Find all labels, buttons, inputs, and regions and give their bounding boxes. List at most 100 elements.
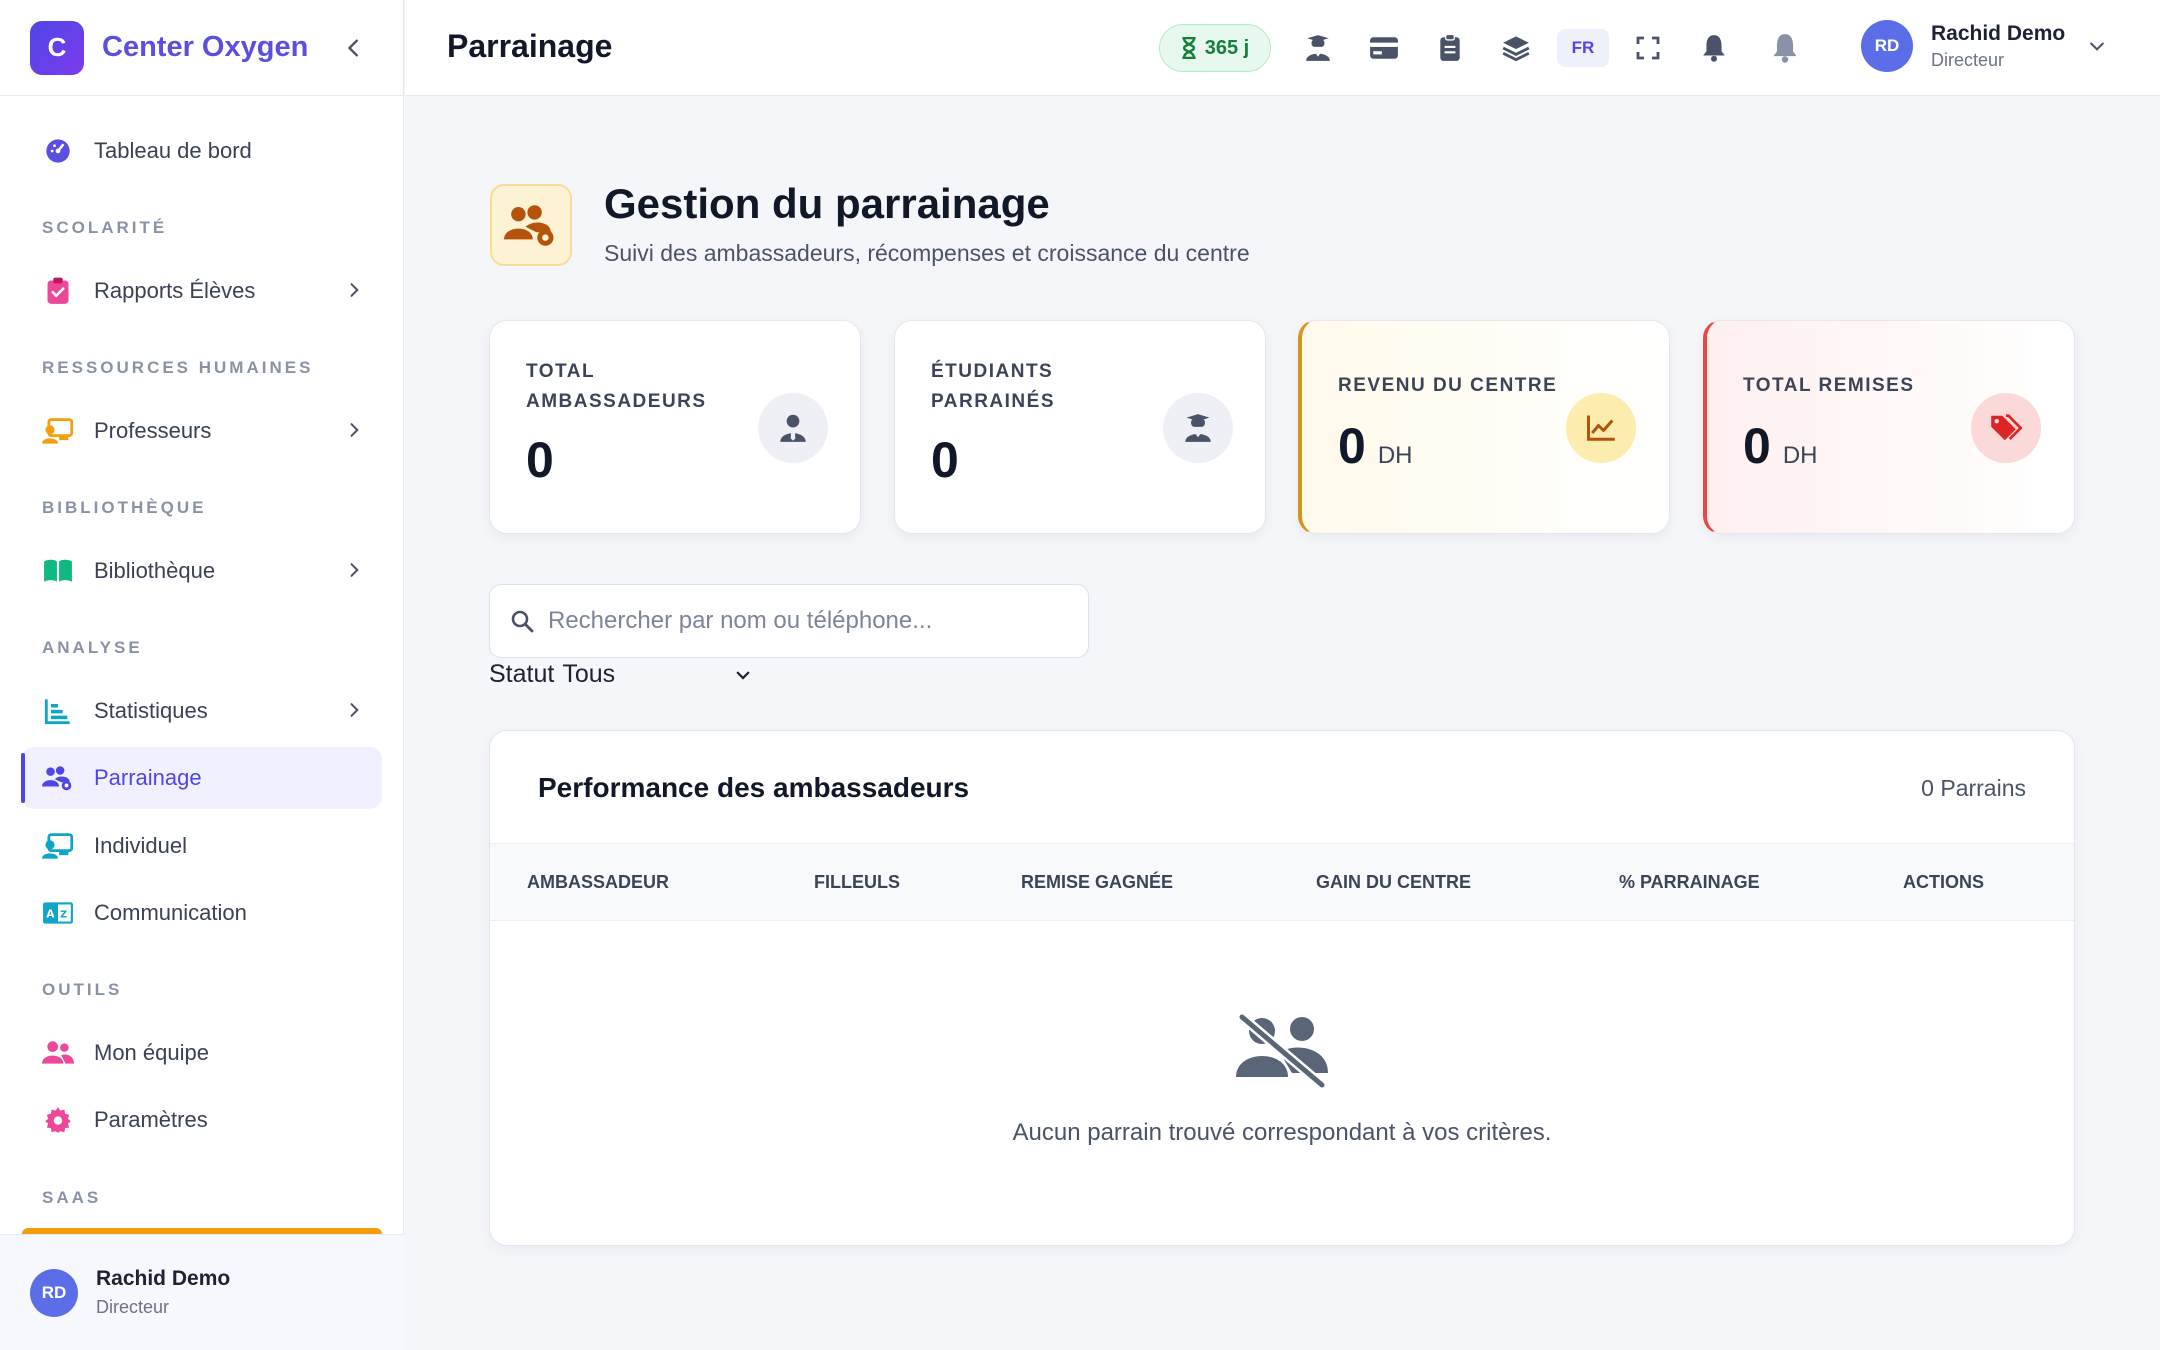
stat-unit: DH <box>1782 442 1818 469</box>
bar-chart-icon <box>42 695 74 727</box>
sidebar-item-rapports[interactable]: Rapports Élèves <box>22 260 382 322</box>
teacher-icon <box>42 415 74 447</box>
sidebar-item-label: Bibliothèque <box>94 558 216 583</box>
stat-icon <box>1971 393 2041 463</box>
sidebar-user-card[interactable]: RD Rachid Demo Directeur <box>0 1234 404 1350</box>
header-icon-box <box>490 184 572 266</box>
users-slash-icon <box>1236 1012 1330 1094</box>
graduate-button[interactable] <box>1298 28 1338 68</box>
stat-card-remises: TOTAL REMISES 0 DH <box>1703 320 2075 534</box>
column-header-filleuls[interactable]: FILLEULS <box>814 872 900 893</box>
stat-label: ÉTUDIANTS PARRAINÉS <box>931 361 1055 412</box>
language-switch[interactable]: FR <box>1557 29 1609 67</box>
user-graduate-icon <box>1185 414 1211 442</box>
users-cog-icon <box>42 762 74 794</box>
sidebar-item-parametres[interactable]: Paramètres <box>22 1089 382 1151</box>
table-header: AMBASSADEUR FILLEULS REMISE GAGNÉE GAIN … <box>490 844 2074 921</box>
ambassadors-table-panel: Performance des ambassadeurs 0 Parrains … <box>489 730 2075 1246</box>
chart-line-icon <box>1587 415 1615 441</box>
sidebar-item-communication[interactable]: AZ Communication <box>22 882 382 944</box>
clipboard-list-icon <box>1440 34 1460 61</box>
section-title-rh: RESSOURCES HUMAINES <box>42 358 314 377</box>
stat-card-etudiants: ÉTUDIANTS PARRAINÉS 0 <box>894 320 1266 534</box>
trial-badge[interactable]: 365 j <box>1159 24 1271 72</box>
sidebar-item-label: Tableau de bord <box>94 138 252 163</box>
column-header-actions: ACTIONS <box>1903 872 1984 892</box>
stat-label: TOTAL REMISES <box>1743 375 1915 396</box>
column-header-gain[interactable]: GAIN DU CENTRE <box>1316 872 1471 893</box>
gear-icon <box>42 1104 74 1136</box>
brand-name[interactable]: Center Oxygen <box>102 31 308 64</box>
logo[interactable]: C <box>30 20 84 75</box>
sidebar-item-label: Mon équipe <box>94 1040 209 1065</box>
chevron-right-icon <box>350 283 359 297</box>
collapse-sidebar-button[interactable] <box>336 30 372 66</box>
book-open-icon <box>42 555 74 587</box>
chevron-right-icon <box>350 423 359 437</box>
sidebar-item-dashboard[interactable]: Tableau de bord <box>22 120 382 182</box>
stat-value: 0 DH <box>1743 418 1818 474</box>
sidebar-item-label: Individuel <box>94 833 187 858</box>
expand-icon <box>1636 36 1660 60</box>
stat-icon <box>758 393 828 463</box>
stat-label: TOTAL AMBASSADEURS <box>526 361 707 412</box>
avatar: RD <box>1861 20 1913 72</box>
user-tie-icon <box>780 414 806 442</box>
screen-user-icon <box>42 830 74 862</box>
user-role: Directeur <box>1931 49 2005 70</box>
section-title-analyse: ANALYSE <box>42 638 143 657</box>
tags-icon <box>1991 414 2022 441</box>
column-header-ambassadeur[interactable]: AMBASSADEUR <box>527 872 669 893</box>
svg-text:A: A <box>46 907 55 920</box>
sidebar-item-label: Communication <box>94 900 247 925</box>
sidebar-item-label: Statistiques <box>94 698 208 723</box>
hourglass-icon <box>1182 37 1196 59</box>
page-title: Parrainage <box>447 28 613 64</box>
sidebar-item-statistiques[interactable]: Statistiques <box>22 680 382 742</box>
empty-state-message: Aucun parrain trouvé correspondant à vos… <box>1012 1119 1552 1146</box>
panel-title: Performance des ambassadeurs <box>538 772 970 803</box>
stat-card-ambassadeurs: TOTAL AMBASSADEURS 0 <box>489 320 861 534</box>
status-filter-label: Statut <box>489 660 555 688</box>
payments-button[interactable] <box>1364 28 1404 68</box>
credit-card-icon <box>1370 37 1398 59</box>
sidebar-item-professeurs[interactable]: Professeurs <box>22 400 382 462</box>
status-select-value: Tous <box>562 660 616 688</box>
stat-label: REVENU DU CENTRE <box>1338 375 1558 396</box>
user-name: Rachid Demo <box>96 1267 231 1290</box>
section-title-bibliotheque: BIBLIOTHÈQUE <box>42 498 207 517</box>
stat-unit: DH <box>1377 442 1413 469</box>
column-header-remise[interactable]: REMISE GAGNÉE <box>1021 872 1173 893</box>
sidebar-item-label: Paramètres <box>94 1107 208 1132</box>
sidebar-item-label: Rapports Élèves <box>94 278 256 303</box>
user-menu[interactable]: RD Rachid Demo Directeur <box>1861 20 2107 72</box>
avatar: RD <box>30 1268 78 1317</box>
chevron-left-icon <box>348 39 358 57</box>
sidebar-item-label: Parrainage <box>94 765 202 790</box>
section-subtitle: Suivi des ambassadeurs, récompenses et c… <box>604 240 1250 266</box>
users-icon <box>42 1037 74 1069</box>
column-header-pourcentage[interactable]: % PARRAINAGE <box>1619 872 1760 893</box>
sidebar-item-parrainage[interactable]: Parrainage <box>21 747 382 809</box>
stat-value: 0 <box>526 432 554 488</box>
brand: C Center Oxygen <box>0 0 403 96</box>
layers-button[interactable] <box>1496 28 1536 68</box>
section-heading: Gestion du parrainage <box>604 180 1050 227</box>
alerts-button[interactable] <box>1765 28 1805 68</box>
section-title-outils: OUTILS <box>42 980 123 999</box>
search-icon <box>511 610 534 633</box>
chevron-right-icon <box>350 563 359 577</box>
fullscreen-button[interactable] <box>1628 28 1668 68</box>
status-select[interactable]: Tous <box>562 660 752 689</box>
sidebar-item-individuel[interactable]: Individuel <box>22 815 382 877</box>
dashboard-icon <box>42 135 74 167</box>
sidebar-item-bibliotheque[interactable]: Bibliothèque <box>22 540 382 602</box>
user-role: Directeur <box>96 1297 170 1317</box>
search-input[interactable] <box>548 607 1068 635</box>
trial-days: 365 j <box>1204 36 1250 59</box>
notifications-button[interactable] <box>1694 28 1734 68</box>
section-title-saas: SAAS <box>42 1188 102 1207</box>
sidebar-item-equipe[interactable]: Mon équipe <box>22 1022 382 1084</box>
reports-button[interactable] <box>1430 28 1470 68</box>
search-box[interactable] <box>489 584 1089 658</box>
